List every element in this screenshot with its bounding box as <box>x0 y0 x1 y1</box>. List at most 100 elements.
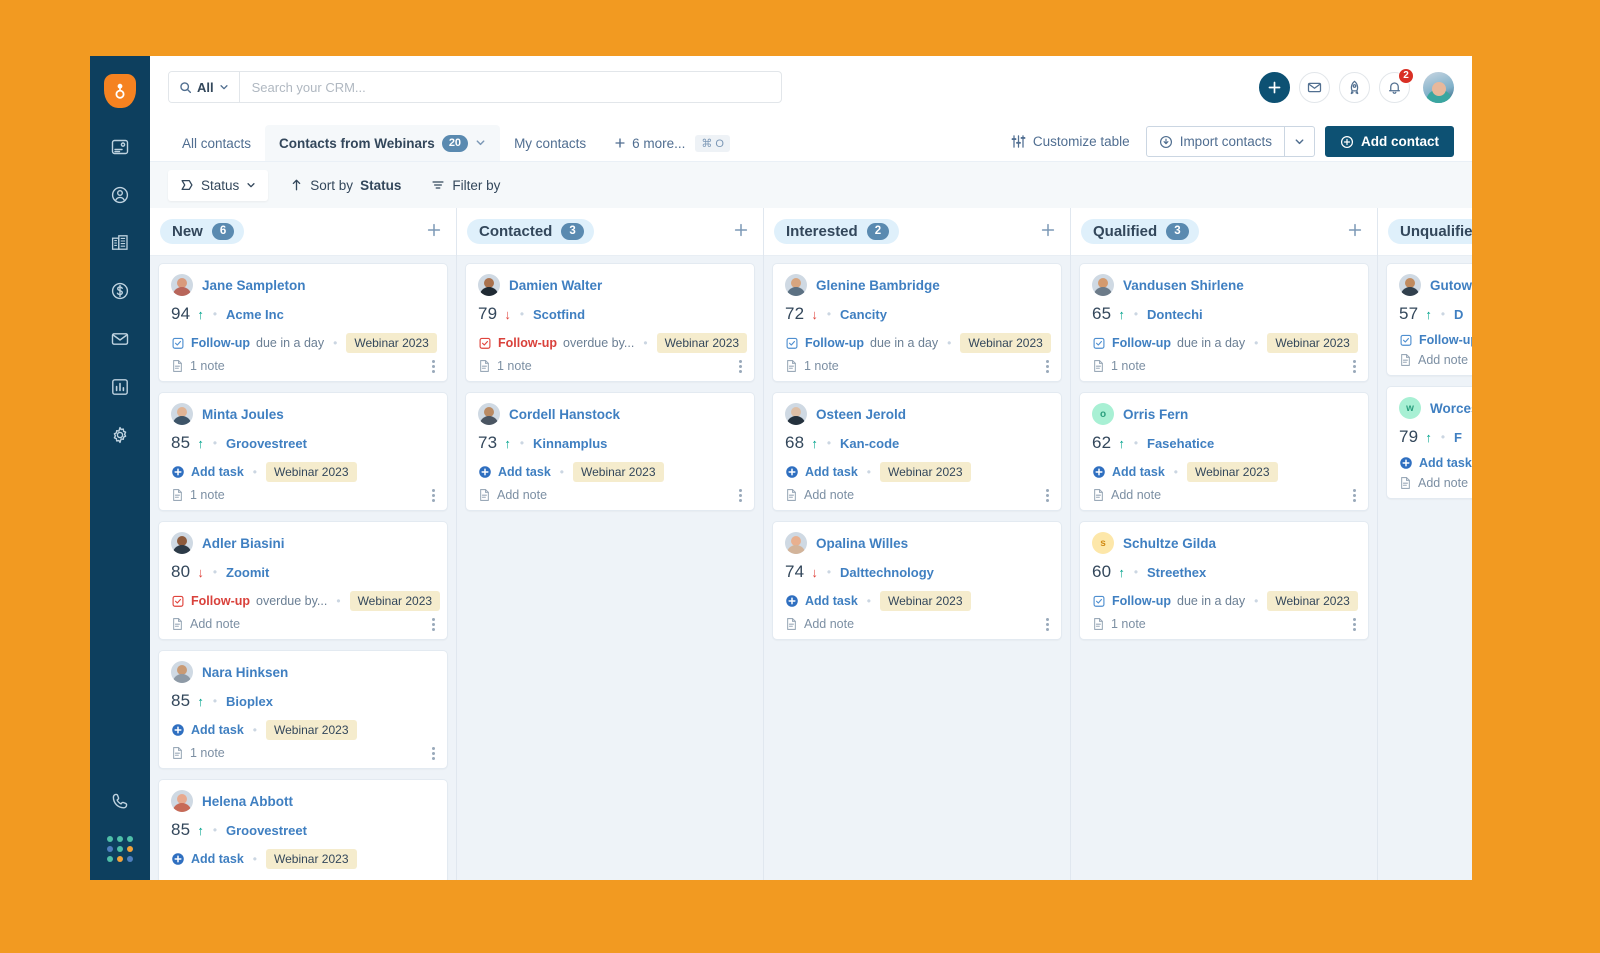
card-actions-menu[interactable] <box>1351 617 1358 631</box>
card-actions-menu[interactable] <box>430 746 437 760</box>
note-link[interactable]: Add note <box>1092 488 1161 502</box>
contact-card[interactable]: o Orris Fern 62 ↑ • Fasehatice Add task • Webina… <box>1079 392 1369 511</box>
contact-name[interactable]: Worcester <box>1430 401 1472 416</box>
sidebar-item-deals-dollar[interactable] <box>100 274 140 308</box>
column-add-card-button[interactable] <box>1040 222 1056 242</box>
note-link[interactable]: Add note <box>478 488 547 502</box>
note-link[interactable]: 1 note <box>1092 617 1146 631</box>
filter-by-button[interactable]: Filter by <box>423 170 508 200</box>
company-name[interactable]: D <box>1454 307 1463 322</box>
contact-card[interactable]: Minta Joules 85 ↑ • Groovestreet Add task • Web… <box>158 392 448 511</box>
follow-up-task[interactable]: Follow-up due in a day <box>1092 336 1245 350</box>
follow-up-task[interactable]: Follow-up <box>1399 333 1472 347</box>
card-actions-menu[interactable] <box>1044 617 1051 631</box>
contact-name[interactable]: Cordell Hanstock <box>509 407 620 422</box>
note-link[interactable]: 1 note <box>171 488 225 502</box>
note-link[interactable]: Add note <box>785 488 854 502</box>
search-input[interactable] <box>239 72 781 102</box>
card-actions-menu[interactable] <box>1044 359 1051 373</box>
contact-card[interactable]: Osteen Jerold 68 ↑ • Kan-code Add task • Webina… <box>772 392 1062 511</box>
note-link[interactable]: Add note <box>785 617 854 631</box>
note-link[interactable]: 1 note <box>171 746 225 760</box>
company-name[interactable]: Acme Inc <box>226 307 284 322</box>
sidebar-item-email-envelope[interactable] <box>100 322 140 356</box>
contact-card[interactable]: w Worcester 79 ↑ • F Add task Add note <box>1386 386 1472 499</box>
company-name[interactable]: Dalttechnology <box>840 565 934 580</box>
card-actions-menu[interactable] <box>1351 359 1358 373</box>
sort-by-button[interactable]: Sort by Status <box>282 170 409 200</box>
tab-my-contacts[interactable]: My contacts <box>500 125 600 161</box>
note-link[interactable]: 1 note <box>478 359 532 373</box>
note-link[interactable]: Add note <box>171 617 240 631</box>
card-actions-menu[interactable] <box>430 617 437 631</box>
add-task-button[interactable]: Add task <box>785 594 858 608</box>
sidebar-item-contacts-card[interactable] <box>100 130 140 164</box>
contact-name[interactable]: Osteen Jerold <box>816 407 906 422</box>
create-plus-button[interactable] <box>1259 71 1290 103</box>
add-task-button[interactable]: Add task <box>478 465 551 479</box>
sidebar-item-company-building[interactable] <box>100 226 140 260</box>
contact-card[interactable]: Helena Abbott 85 ↑ • Groovestreet Add task • We… <box>158 779 448 880</box>
card-actions-menu[interactable] <box>430 488 437 502</box>
card-actions-menu[interactable] <box>737 359 744 373</box>
company-name[interactable]: Dontechi <box>1147 307 1203 322</box>
notifications-button[interactable]: 2 <box>1379 67 1414 103</box>
app-grid-icon[interactable] <box>107 836 133 862</box>
contact-card[interactable]: Nara Hinksen 85 ↑ • Bioplex Add task • Webinar … <box>158 650 448 769</box>
company-name[interactable]: Scotfind <box>533 307 585 322</box>
hubspot-sprocket-logo[interactable] <box>104 74 136 108</box>
follow-up-task-overdue[interactable]: Follow-up overdue by... <box>171 594 327 608</box>
column-add-card-button[interactable] <box>426 222 442 242</box>
company-name[interactable]: Streethex <box>1147 565 1206 580</box>
kanban-board[interactable]: New 6 Jane Sampleton 94 ↑ • Acme Inc Follow-up d… <box>150 208 1472 880</box>
contact-card[interactable]: Glenine Bambridge 72 ↓ • Cancity Follow-up due… <box>772 263 1062 382</box>
import-contacts-button[interactable]: Import contacts <box>1145 126 1315 157</box>
follow-up-task[interactable]: Follow-up due in a day <box>785 336 938 350</box>
phone-handset-icon[interactable] <box>100 784 140 818</box>
more-views-button[interactable]: 6 more... ⌘ O <box>600 125 736 161</box>
contact-card[interactable]: Gutowski 57 ↑ • D Follow-up Add note <box>1386 263 1472 376</box>
add-task-button[interactable]: Add task <box>171 465 244 479</box>
contact-name[interactable]: Gutowski <box>1430 278 1472 293</box>
note-link[interactable]: Add note <box>1399 476 1468 490</box>
sidebar-item-reports-bar-chart[interactable] <box>100 370 140 404</box>
customize-table-button[interactable]: Customize table <box>1005 134 1136 149</box>
add-contact-button[interactable]: Add contact <box>1324 126 1454 157</box>
contact-name[interactable]: Adler Biasini <box>202 536 285 551</box>
tab-contacts-from-webinars[interactable]: Contacts from Webinars 20 <box>265 125 501 161</box>
contact-name[interactable]: Vandusen Shirlene <box>1123 278 1244 293</box>
note-link[interactable]: 1 note <box>785 359 839 373</box>
contact-name[interactable]: Glenine Bambridge <box>816 278 940 293</box>
card-actions-menu[interactable] <box>1351 488 1358 502</box>
company-name[interactable]: Groovestreet <box>226 436 307 451</box>
add-task-button[interactable]: Add task <box>171 723 244 737</box>
card-actions-menu[interactable] <box>737 488 744 502</box>
contact-card[interactable]: Damien Walter 79 ↓ • Scotfind Follow-up overdu… <box>465 263 755 382</box>
import-contacts-caret[interactable] <box>1285 127 1314 156</box>
contact-card[interactable]: Opalina Willes 74 ↓ • Dalttechnology Add task… <box>772 521 1062 640</box>
sidebar-item-user-circle[interactable] <box>100 178 140 212</box>
contact-name[interactable]: Schultze Gilda <box>1123 536 1216 551</box>
contact-name[interactable]: Nara Hinksen <box>202 665 288 680</box>
chevron-down-icon[interactable] <box>475 136 486 151</box>
company-name[interactable]: Kan-code <box>840 436 899 451</box>
card-actions-menu[interactable] <box>430 359 437 373</box>
company-name[interactable]: Zoomit <box>226 565 269 580</box>
tab-all-contacts[interactable]: All contacts <box>168 125 265 161</box>
contact-name[interactable]: Orris Fern <box>1123 407 1188 422</box>
status-property-dropdown[interactable]: Status <box>168 169 269 201</box>
follow-up-task[interactable]: Follow-up due in a day <box>1092 594 1245 608</box>
contact-card[interactable]: Cordell Hanstock 73 ↑ • Kinnamplus Add task • W… <box>465 392 755 511</box>
company-name[interactable]: Bioplex <box>226 694 273 709</box>
search-scope-dropdown[interactable]: All <box>169 72 240 102</box>
note-link[interactable]: 1 note <box>1092 359 1146 373</box>
contact-name[interactable]: Jane Sampleton <box>202 278 306 293</box>
add-task-button[interactable]: Add task <box>1092 465 1165 479</box>
company-name[interactable]: F <box>1454 430 1462 445</box>
contact-card[interactable]: Adler Biasini 80 ↓ • Zoomit Follow-up overdue … <box>158 521 448 640</box>
import-contacts-main[interactable]: Import contacts <box>1147 127 1284 156</box>
company-name[interactable]: Kinnamplus <box>533 436 607 451</box>
follow-up-task[interactable]: Follow-up due in a day <box>171 336 324 350</box>
company-name[interactable]: Fasehatice <box>1147 436 1214 451</box>
sidebar-item-settings-gear[interactable] <box>100 418 140 452</box>
